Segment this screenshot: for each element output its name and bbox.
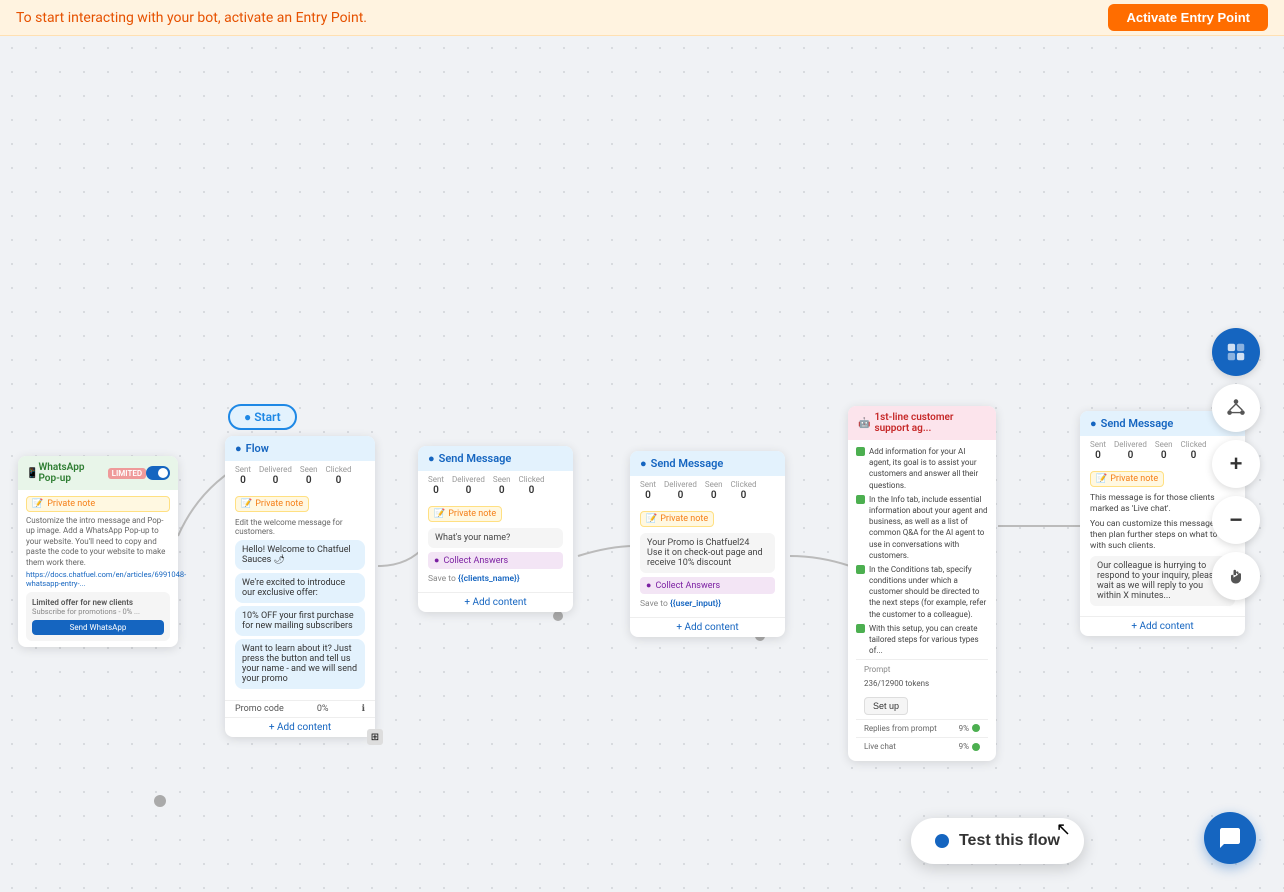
right-toolbar: + − xyxy=(1212,328,1260,600)
send-msg-2-private-note: 📝 Private note xyxy=(640,511,714,527)
note-icon4: 📝 xyxy=(646,514,657,524)
hand-icon xyxy=(1226,566,1246,586)
banner-text: To start interacting with your bot, acti… xyxy=(16,10,367,26)
setup-button[interactable]: Set up xyxy=(864,697,908,715)
prompt-section: Prompt 236/12900 tokens xyxy=(856,659,988,692)
whatsapp-node-header: 📱 WhatsApp Pop-up LIMITED xyxy=(18,456,178,490)
chat-icon xyxy=(1218,826,1242,850)
right-private-note: 📝 Private note xyxy=(1090,471,1164,487)
start-node[interactable]: ● Start xyxy=(228,404,297,430)
whatsapp-link: https://docs.chatfuel.com/en/articles/69… xyxy=(26,570,170,588)
flow-node[interactable]: ● Flow Sent0 Delivered0 Seen0 Clicked0 📝… xyxy=(225,436,375,737)
bubble2: We're excited to introduce our exclusive… xyxy=(235,573,365,603)
save-to-2: Save to {{user_input}} xyxy=(640,597,775,611)
send-message-node-2[interactable]: ● Send Message Sent0 Delivered0 Seen0 Cl… xyxy=(630,451,785,637)
test-flow-label: Test this flow xyxy=(959,832,1060,850)
ai-agent-node[interactable]: 🤖 1st-line customer support ag... Add in… xyxy=(848,406,996,761)
ai-check4 xyxy=(856,624,865,633)
right-send-icon: ● xyxy=(1090,417,1097,430)
test-flow-button[interactable]: Test this flow xyxy=(911,818,1084,864)
send-msg-1-private-note: 📝 Private note xyxy=(428,506,502,522)
chat-support-button[interactable] xyxy=(1204,812,1256,864)
note-icon5: 📝 xyxy=(1096,474,1107,484)
send-msg-1-body: 📝 Private note What's your name? ● Colle… xyxy=(418,500,573,592)
whatsapp-node-body: 📝 Private note Customize the intro messa… xyxy=(18,490,178,647)
toggle-switch[interactable] xyxy=(146,466,170,480)
ai-node-header: 🤖 1st-line customer support ag... xyxy=(848,406,996,440)
send-msg-1-header: ● Send Message xyxy=(418,446,573,471)
note-icon: 📝 xyxy=(32,499,43,509)
send-msg-2-body: 📝 Private note Your Promo is Chatfuel24 … xyxy=(630,505,785,617)
limited-badge: LIMITED xyxy=(108,468,146,479)
back-to-flow-button[interactable] xyxy=(1212,328,1260,376)
save-to-1: Save to {{clients_name}} xyxy=(428,572,563,586)
collect-answers-2: ● Collect Answers xyxy=(640,577,775,594)
whatsapp-preview-button[interactable]: Send WhatsApp xyxy=(32,620,164,635)
flow-private-note: 📝 Private note xyxy=(235,496,309,512)
add-content-button-right[interactable]: + Add content xyxy=(1080,616,1245,636)
bubble4: Want to learn about it? Just press the b… xyxy=(235,639,365,689)
whatsapp-preview: Limited offer for new clients Subscribe … xyxy=(26,592,170,641)
token-count: 236/12900 tokens xyxy=(864,678,980,689)
zoom-in-button[interactable]: + xyxy=(1212,440,1260,488)
send-message-node-1[interactable]: ● Send Message Sent0 Delivered0 Seen0 Cl… xyxy=(418,446,573,612)
ai-check3 xyxy=(856,565,865,574)
flow-canvas: ● Start 📱 WhatsApp Pop-up LIMITED 📝 Priv… xyxy=(0,36,1284,892)
note-icon3: 📝 xyxy=(434,509,445,519)
network-icon xyxy=(1225,397,1247,419)
node-resize-handle[interactable]: ⊞ xyxy=(367,729,383,745)
ai-icon: 🤖 xyxy=(858,418,870,429)
promo-row: Promo code 0% ℹ xyxy=(225,700,375,717)
preview-offer: Limited offer for new clients xyxy=(32,598,164,607)
ai-check2 xyxy=(856,495,865,504)
msg-content-1: What's your name? xyxy=(428,528,563,548)
ai-check1 xyxy=(856,447,865,456)
ai-list-item-1: Add information for your AI agent, its g… xyxy=(856,446,988,491)
flow-node-body: 📝 Private note Edit the welcome message … xyxy=(225,490,375,700)
add-content-button-msg1[interactable]: + Add content xyxy=(418,592,573,612)
add-content-button-flow[interactable]: + Add content xyxy=(225,717,375,737)
add-content-button-msg2[interactable]: + Add content xyxy=(630,617,785,637)
flow-note-text: Edit the welcome message for customers. xyxy=(235,518,365,536)
send-msg-2-header: ● Send Message xyxy=(630,451,785,476)
send-icon1: ● xyxy=(428,452,435,465)
ai-list-item-3: In the Conditions tab, specify condition… xyxy=(856,564,988,620)
bubble1: Hello! Welcome to Chatfuel Sauces 🌶 xyxy=(235,540,365,570)
preview-sub: Subscribe for promotions - 0% ... xyxy=(32,607,164,616)
promo-info-icon: ℹ xyxy=(362,704,365,714)
bubble3: 10% OFF your first purchase for new mail… xyxy=(235,606,365,636)
ai-list-item-2: In the Info tab, include essential infor… xyxy=(856,494,988,561)
ai-node-body: Add information for your AI agent, its g… xyxy=(848,440,996,761)
send-msg-1-stats: Sent0 Delivered0 Seen0 Clicked0 xyxy=(418,471,573,500)
ai-list-item-4: With this setup, you can create tailored… xyxy=(856,623,988,657)
flow-icon xyxy=(1225,341,1247,363)
whatsapp-popup-node[interactable]: 📱 WhatsApp Pop-up LIMITED 📝 Private note… xyxy=(18,456,178,647)
prompt-label: Prompt xyxy=(864,664,980,675)
whatsapp-icon: 📱 xyxy=(26,468,38,479)
whatsapp-note-text: Customize the intro message and Pop-up i… xyxy=(26,516,170,568)
top-banner: To start interacting with your bot, acti… xyxy=(0,0,1284,36)
live-dot xyxy=(972,743,980,751)
zoom-out-button[interactable]: − xyxy=(1212,496,1260,544)
note-icon2: 📝 xyxy=(241,499,252,509)
replies-dot xyxy=(972,724,980,732)
collect-icon2: ● xyxy=(646,580,651,591)
flow-icon: ● xyxy=(235,442,242,455)
send-icon2: ● xyxy=(640,457,647,470)
test-flow-dot xyxy=(935,834,949,848)
start-icon: ● xyxy=(244,410,251,424)
network-view-button[interactable] xyxy=(1212,384,1260,432)
ai-stats-row1: Replies from prompt 9% xyxy=(856,719,988,737)
send-msg-2-stats: Sent0 Delivered0 Seen0 Clicked0 xyxy=(630,476,785,505)
flow-node-header: ● Flow xyxy=(225,436,375,461)
collect-icon1: ● xyxy=(434,555,439,566)
flow-stats: Sent0 Delivered0 Seen0 Clicked0 xyxy=(225,461,375,490)
collect-answers-1: ● Collect Answers xyxy=(428,552,563,569)
hand-tool-button[interactable] xyxy=(1212,552,1260,600)
activate-entry-point-button[interactable]: Activate Entry Point xyxy=(1108,4,1268,31)
private-note-badge: 📝 Private note xyxy=(26,496,170,512)
msg-content-2a: Your Promo is Chatfuel24 Use it on check… xyxy=(640,533,775,573)
ai-stats-row2: Live chat 9% xyxy=(856,737,988,755)
